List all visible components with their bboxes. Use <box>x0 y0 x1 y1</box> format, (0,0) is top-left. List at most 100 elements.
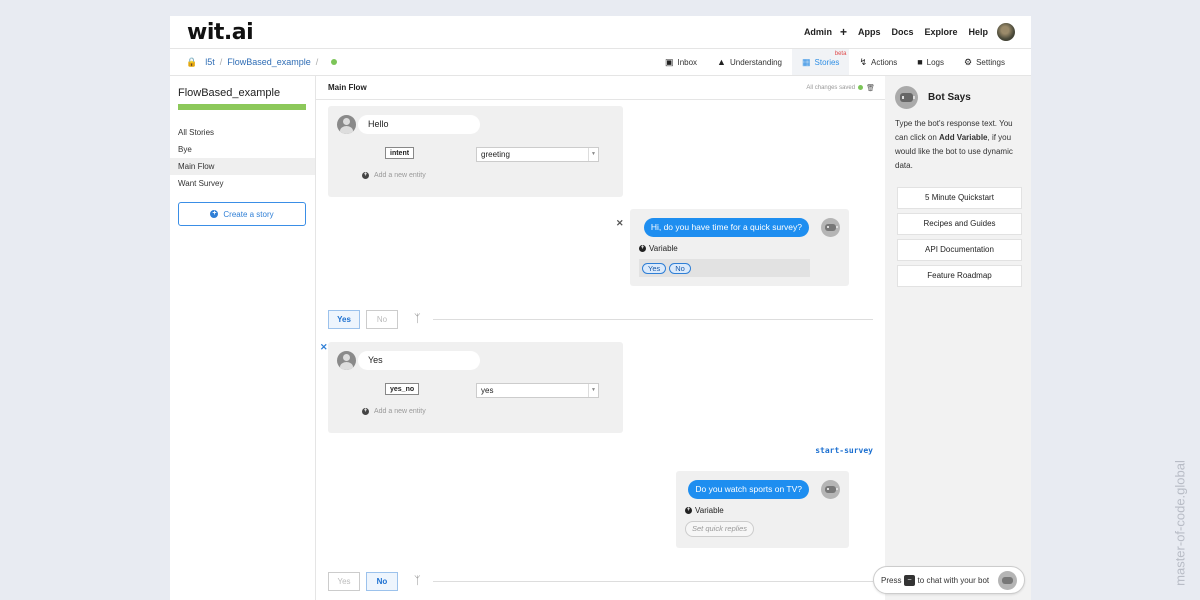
sub-navbar: 🔒 l5t / FlowBased_example / ▣ Inbox ▲ Un… <box>170 48 1031 76</box>
nav-help[interactable]: Help <box>968 27 988 37</box>
entity-name[interactable]: yes_no <box>385 383 420 395</box>
add-entity-link[interactable]: + Add a new entity <box>362 172 426 179</box>
add-variable-button[interactable]: + Variable <box>639 244 678 253</box>
variable-label: Variable <box>695 506 724 515</box>
api-docs-link[interactable]: API Documentation <box>897 239 1022 261</box>
tab-label: Inbox <box>677 57 698 67</box>
plus-circle-icon: + <box>362 172 369 179</box>
user-avatar[interactable] <box>997 23 1015 41</box>
branch-no-button[interactable]: No <box>366 571 398 591</box>
tab-stories[interactable]: beta ▦ Stories <box>792 49 850 75</box>
branch-yes-button[interactable]: Yes <box>328 571 360 591</box>
plus-circle-icon: + <box>362 408 369 415</box>
bot-avatar-icon <box>821 480 840 499</box>
tab-actions[interactable]: ↯ Actions <box>849 49 907 75</box>
user-message[interactable]: Hello <box>358 115 480 134</box>
app-window: wit.ai Admin + Apps Docs Explore Help 🔒 … <box>170 16 1031 600</box>
saved-status: All changes saved 🗑 <box>806 84 875 92</box>
breadcrumb-separator: / <box>315 57 319 67</box>
lock-icon: 🔒 <box>186 56 198 67</box>
set-quick-replies-input[interactable]: Set quick replies <box>685 521 755 537</box>
tab-logs[interactable]: ■ Logs <box>907 49 954 75</box>
tab-label: Logs <box>926 57 945 67</box>
tab-bar: ▣ Inbox ▲ Understanding beta ▦ Stories ↯… <box>655 49 1015 75</box>
image-icon: ▦ <box>802 56 811 67</box>
help-panel: Bot Says Type the bot's response text. Y… <box>885 76 1031 600</box>
wit-logo[interactable]: wit.ai <box>187 20 254 45</box>
nav-docs[interactable]: Docs <box>891 27 913 37</box>
quick-replies-row: Yes No <box>639 259 810 277</box>
flow-header: Main Flow All changes saved 🗑 <box>316 76 885 100</box>
story-item-all[interactable]: All Stories <box>170 124 315 141</box>
progress-bar <box>178 104 306 110</box>
close-icon[interactable]: ✕ <box>320 342 328 353</box>
story-item-bye[interactable]: Bye <box>170 141 315 158</box>
add-entity-label: Add a new entity <box>374 172 426 179</box>
bot-message[interactable]: Do you watch sports on TV? <box>688 480 809 499</box>
status-dot <box>331 59 338 65</box>
chat-suffix: to chat with your bot <box>917 575 990 585</box>
trash-icon[interactable]: 🗑 <box>866 84 875 92</box>
chevron-down-icon: ▼ <box>588 148 598 161</box>
plus-circle-icon: + <box>210 210 219 218</box>
create-story-button[interactable]: + Create a story <box>178 202 306 226</box>
breadcrumb-separator: / <box>219 57 223 67</box>
breadcrumb-story[interactable]: FlowBased_example <box>227 57 311 67</box>
bot-avatar-icon <box>821 218 840 237</box>
close-icon[interactable]: ✕ <box>616 218 624 229</box>
tab-understanding[interactable]: ▲ Understanding <box>707 49 792 75</box>
saved-label: All changes saved <box>806 84 856 91</box>
entity-value-select[interactable]: greeting ▼ <box>476 147 599 162</box>
bot-turn: Do you watch sports on TV? + Variable Se… <box>676 471 849 548</box>
action-name[interactable]: start-survey <box>815 446 873 455</box>
story-item-want-survey[interactable]: Want Survey <box>170 175 315 192</box>
nav-explore[interactable]: Explore <box>924 27 957 37</box>
bot-message[interactable]: Hi, do you have time for a quick survey? <box>643 218 809 237</box>
entity-name[interactable]: intent <box>385 147 415 159</box>
branch-icon[interactable]: ᛉ <box>414 313 421 325</box>
user-avatar-icon <box>337 115 356 134</box>
beta-badge: beta <box>834 51 847 57</box>
gear-icon: ⚙ <box>964 56 973 67</box>
branch-icon[interactable]: ᛉ <box>414 575 421 587</box>
plus-icon[interactable]: + <box>840 25 847 39</box>
roadmap-link[interactable]: Feature Roadmap <box>897 265 1022 287</box>
top-navbar: wit.ai Admin + Apps Docs Explore Help <box>170 16 1031 48</box>
quickstart-link[interactable]: 5 Minute Quickstart <box>897 187 1022 209</box>
quick-reply-yes[interactable]: Yes <box>642 262 667 274</box>
user-turn: Yes yes_no yes ▼ + Add a new entity <box>328 342 623 433</box>
tab-label: Actions <box>870 57 898 67</box>
chat-prefix: Press <box>881 575 902 585</box>
help-desc-bold: Add Variable <box>939 133 988 142</box>
bot-avatar-icon <box>998 571 1017 590</box>
add-entity-link[interactable]: + Add a new entity <box>362 408 426 415</box>
branch-no-button[interactable]: No <box>366 309 398 329</box>
terminal-icon: ■ <box>917 57 923 67</box>
branch-row: Yes No ᛉ <box>328 309 873 329</box>
create-story-label: Create a story <box>223 209 274 219</box>
branch-yes-button[interactable]: Yes <box>328 309 360 329</box>
watermark-text: master-of-code.global <box>1172 459 1188 586</box>
inbox-icon: ▣ <box>664 56 674 67</box>
recipes-link[interactable]: Recipes and Guides <box>897 213 1022 235</box>
saved-dot <box>858 85 864 90</box>
divider <box>432 580 873 582</box>
tab-inbox[interactable]: ▣ Inbox <box>655 49 707 75</box>
add-variable-button[interactable]: + Variable <box>685 506 724 515</box>
top-nav: Admin + Apps Docs Explore Help <box>793 23 1015 41</box>
nav-admin[interactable]: Admin <box>804 27 832 37</box>
story-editor: Main Flow All changes saved 🗑 Hello inte… <box>316 76 885 600</box>
plus-circle-icon: + <box>685 507 692 514</box>
chat-with-bot-button[interactable]: Press ~ to chat with your bot <box>873 566 1025 594</box>
nav-apps[interactable]: Apps <box>858 27 881 37</box>
story-item-main-flow[interactable]: Main Flow <box>170 158 315 175</box>
entity-value-select[interactable]: yes ▼ <box>476 383 599 398</box>
tab-label: Stories <box>814 57 840 67</box>
branch-row: Yes No ᛉ <box>328 571 873 591</box>
tab-settings[interactable]: ⚙ Settings <box>954 49 1015 75</box>
user-message[interactable]: Yes <box>358 351 480 370</box>
help-header: Bot Says <box>895 86 1031 109</box>
entity-value: greeting <box>481 150 510 159</box>
breadcrumb-app[interactable]: l5t <box>205 57 215 67</box>
quick-reply-no[interactable]: No <box>669 262 691 274</box>
